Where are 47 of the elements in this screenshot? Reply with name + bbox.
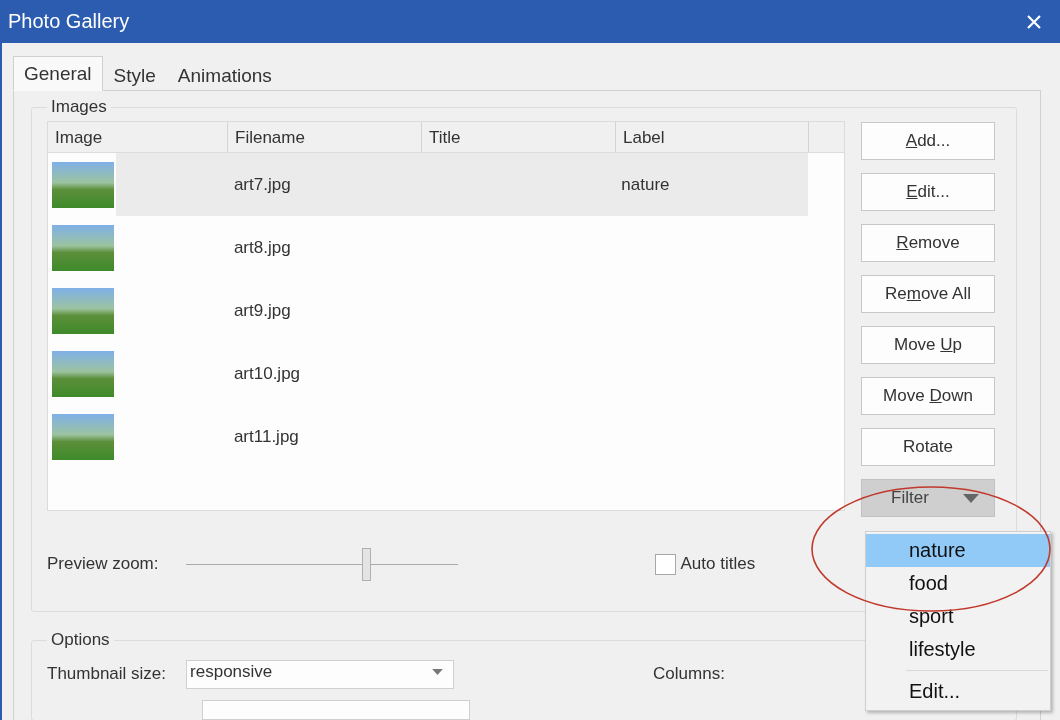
close-icon [1026, 13, 1042, 30]
checkbox-label: Auto titles [680, 554, 756, 574]
checkbox[interactable] [655, 553, 677, 575]
action-button[interactable]: Add... [861, 122, 995, 160]
window-title: Photo Gallery [8, 10, 130, 33]
tab[interactable]: General [13, 56, 103, 91]
column-header[interactable]: Label [616, 122, 809, 152]
menu-item[interactable]: sport [866, 600, 1050, 633]
field-label: Thumbnail size: [47, 664, 167, 684]
dropdown-field[interactable] [202, 700, 470, 720]
dropdown-field[interactable]: responsive [186, 659, 455, 689]
photo-placeholder [52, 287, 114, 334]
photo-placeholder [52, 161, 114, 208]
table-cell-text: art10.jpg [232, 363, 302, 384]
menu-item[interactable]: Edit... [866, 675, 1050, 708]
group-title: Options [50, 630, 111, 650]
action-button[interactable]: Move Down [861, 377, 995, 415]
tab[interactable]: Style [102, 60, 167, 90]
table-cell-text: art11.jpg [232, 426, 300, 447]
slider-thumb[interactable] [362, 547, 371, 581]
menu-item[interactable]: nature [866, 534, 1050, 567]
field-label: Columns: [653, 664, 725, 684]
table-row[interactable]: art7.jpg nature [48, 153, 808, 216]
slider[interactable] [186, 547, 459, 581]
action-button[interactable]: Move Up [861, 326, 995, 364]
action-button[interactable]: Remove All [861, 275, 995, 313]
table-cell-text: nature [620, 174, 671, 195]
menu-item[interactable]: food [866, 567, 1050, 600]
menu-item[interactable]: lifestyle [866, 633, 1050, 666]
table-cell-text: art9.jpg [232, 300, 292, 321]
group-title: Images [50, 97, 108, 117]
table-cell-text: art7.jpg [232, 174, 292, 195]
column-header[interactable]: Image [48, 122, 228, 152]
action-button[interactable]: Remove [861, 224, 995, 262]
filter-button[interactable]: Filter [861, 479, 995, 517]
caret-icon [962, 493, 979, 503]
table-cell-text: art8.jpg [232, 237, 292, 258]
action-button[interactable]: Edit... [861, 173, 995, 211]
caret-icon [432, 669, 444, 675]
photo-placeholder [52, 413, 114, 460]
tab[interactable]: Animations [166, 60, 283, 90]
column-header[interactable]: Filename [228, 122, 422, 152]
column-header[interactable]: Title [422, 122, 616, 152]
photo-placeholder [52, 350, 114, 397]
photo-placeholder [52, 224, 114, 271]
field-label: Preview zoom: [47, 554, 159, 574]
action-button[interactable]: Rotate [861, 428, 995, 466]
